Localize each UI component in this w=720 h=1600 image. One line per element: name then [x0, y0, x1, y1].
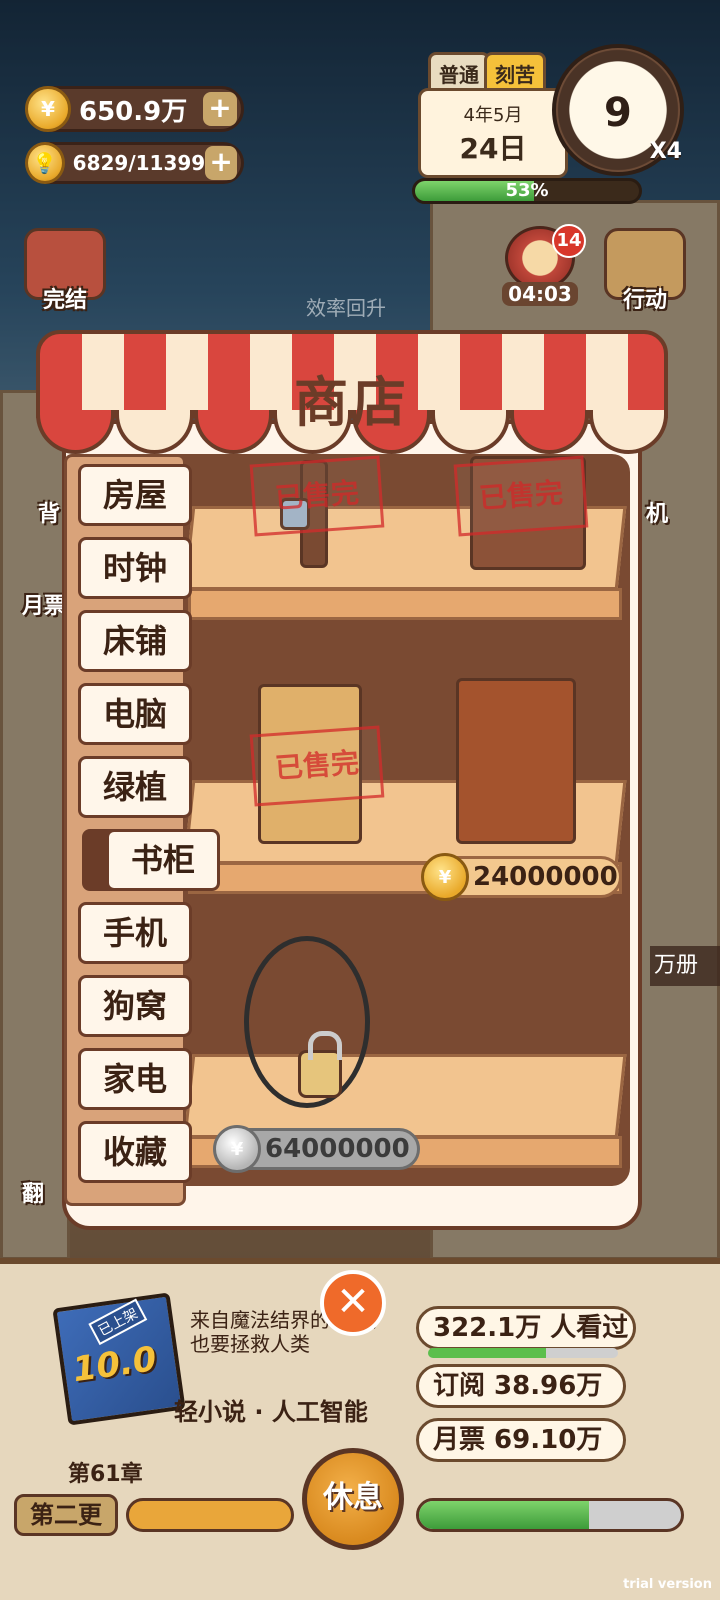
speed-multiplier[interactable]: X4	[650, 139, 682, 164]
monthly-votes-stat: 月票 69.10万	[416, 1418, 626, 1462]
rest-button[interactable]: 休息	[302, 1448, 404, 1550]
writing-progress	[416, 1498, 684, 1532]
tab-computer[interactable]: 电脑	[78, 683, 192, 745]
writing-progress-fill	[419, 1501, 590, 1529]
action-button[interactable]: 行动	[600, 228, 690, 318]
notification-badge: 14	[552, 224, 586, 258]
coin-counter: ¥ 650.9万 +	[25, 86, 244, 132]
shelf-top-front	[188, 588, 622, 620]
book-score: 10.0	[70, 1339, 160, 1391]
chapter-label: 第61章	[68, 1462, 143, 1487]
phone-label[interactable]: 机	[646, 496, 668, 528]
readers-progress	[428, 1348, 618, 1358]
monthly-label[interactable]: 月票	[22, 588, 66, 620]
sold-stamp: 已售完	[249, 725, 385, 807]
sold-stamp: 已售完	[249, 455, 385, 537]
gold-coin-icon: ¥	[421, 853, 469, 901]
timer-value: 04:03	[502, 282, 578, 306]
finish-button[interactable]: 完结	[20, 228, 110, 318]
add-inspiration-button[interactable]: +	[205, 146, 237, 180]
coin-icon: ¥	[25, 86, 71, 132]
tab-bed[interactable]: 床铺	[78, 610, 192, 672]
inspiration-value: 6829/11399	[72, 151, 206, 175]
glass-bookcase-image	[456, 678, 576, 844]
chapter-progress	[126, 1498, 294, 1532]
price-value: 24000000	[473, 862, 618, 892]
shop-title: 商店	[294, 370, 410, 434]
clock-hour: 9	[604, 90, 632, 136]
efficiency-hint: 效率回升	[306, 296, 386, 320]
inspiration-counter: 💡 6829/11399 +	[25, 142, 244, 184]
price-value: 64000000	[265, 1134, 410, 1164]
tab-house[interactable]: 房屋	[78, 464, 192, 526]
second-update-button[interactable]: 第二更	[14, 1494, 118, 1536]
clock-widget[interactable]: 9 X4	[552, 44, 684, 176]
action-label: 行动	[622, 288, 667, 313]
book-cover[interactable]: 已上架 10.0	[52, 1292, 186, 1426]
tab-clock[interactable]: 时钟	[78, 537, 192, 599]
shop-awning: 商店	[36, 330, 668, 460]
tab-appliances[interactable]: 家电	[78, 1048, 192, 1110]
energy-percent: 53%	[505, 180, 549, 201]
subscriptions-stat: 订阅 38.96万	[416, 1364, 626, 1408]
date-panel: 4年5月 24日	[418, 88, 568, 178]
tab-bookcase[interactable]: 书柜	[106, 829, 220, 891]
shop-item-glass-bookcase[interactable]	[456, 660, 580, 848]
silver-coin-icon: ¥	[213, 1125, 261, 1173]
tab-doghouse[interactable]: 狗窝	[78, 975, 192, 1037]
readers-progress-fill	[428, 1348, 546, 1358]
price-tag-gold[interactable]: ¥ 24000000	[421, 853, 622, 901]
tab-plants[interactable]: 绿植	[78, 756, 192, 818]
day: 24日	[459, 132, 527, 165]
bag-label[interactable]: 背	[38, 496, 60, 528]
add-coins-button[interactable]: +	[203, 92, 237, 126]
close-shop-button[interactable]: ✕	[320, 1270, 386, 1336]
volumes-label: 万册	[650, 946, 720, 986]
book-genre: 轻小说 · 人工智能	[174, 1398, 368, 1426]
lightbulb-icon: 💡	[25, 142, 65, 184]
coin-value: 650.9万	[79, 96, 188, 127]
trial-watermark: trial version	[623, 1577, 712, 1592]
readers-stat: 322.1万 人看过	[416, 1306, 636, 1350]
published-tag: 已上架	[88, 1298, 148, 1346]
price-tag-silver[interactable]: ¥ 64000000	[213, 1125, 420, 1173]
year-month: 4年5月	[463, 105, 523, 126]
tab-phone[interactable]: 手机	[78, 902, 192, 964]
lock-icon	[298, 1031, 342, 1098]
tab-collection[interactable]: 收藏	[78, 1121, 192, 1183]
finish-label: 完结	[42, 288, 87, 313]
flip-label[interactable]: 翻	[22, 1176, 44, 1208]
energy-bar: 53%	[412, 178, 642, 204]
sold-stamp: 已售完	[453, 455, 589, 537]
